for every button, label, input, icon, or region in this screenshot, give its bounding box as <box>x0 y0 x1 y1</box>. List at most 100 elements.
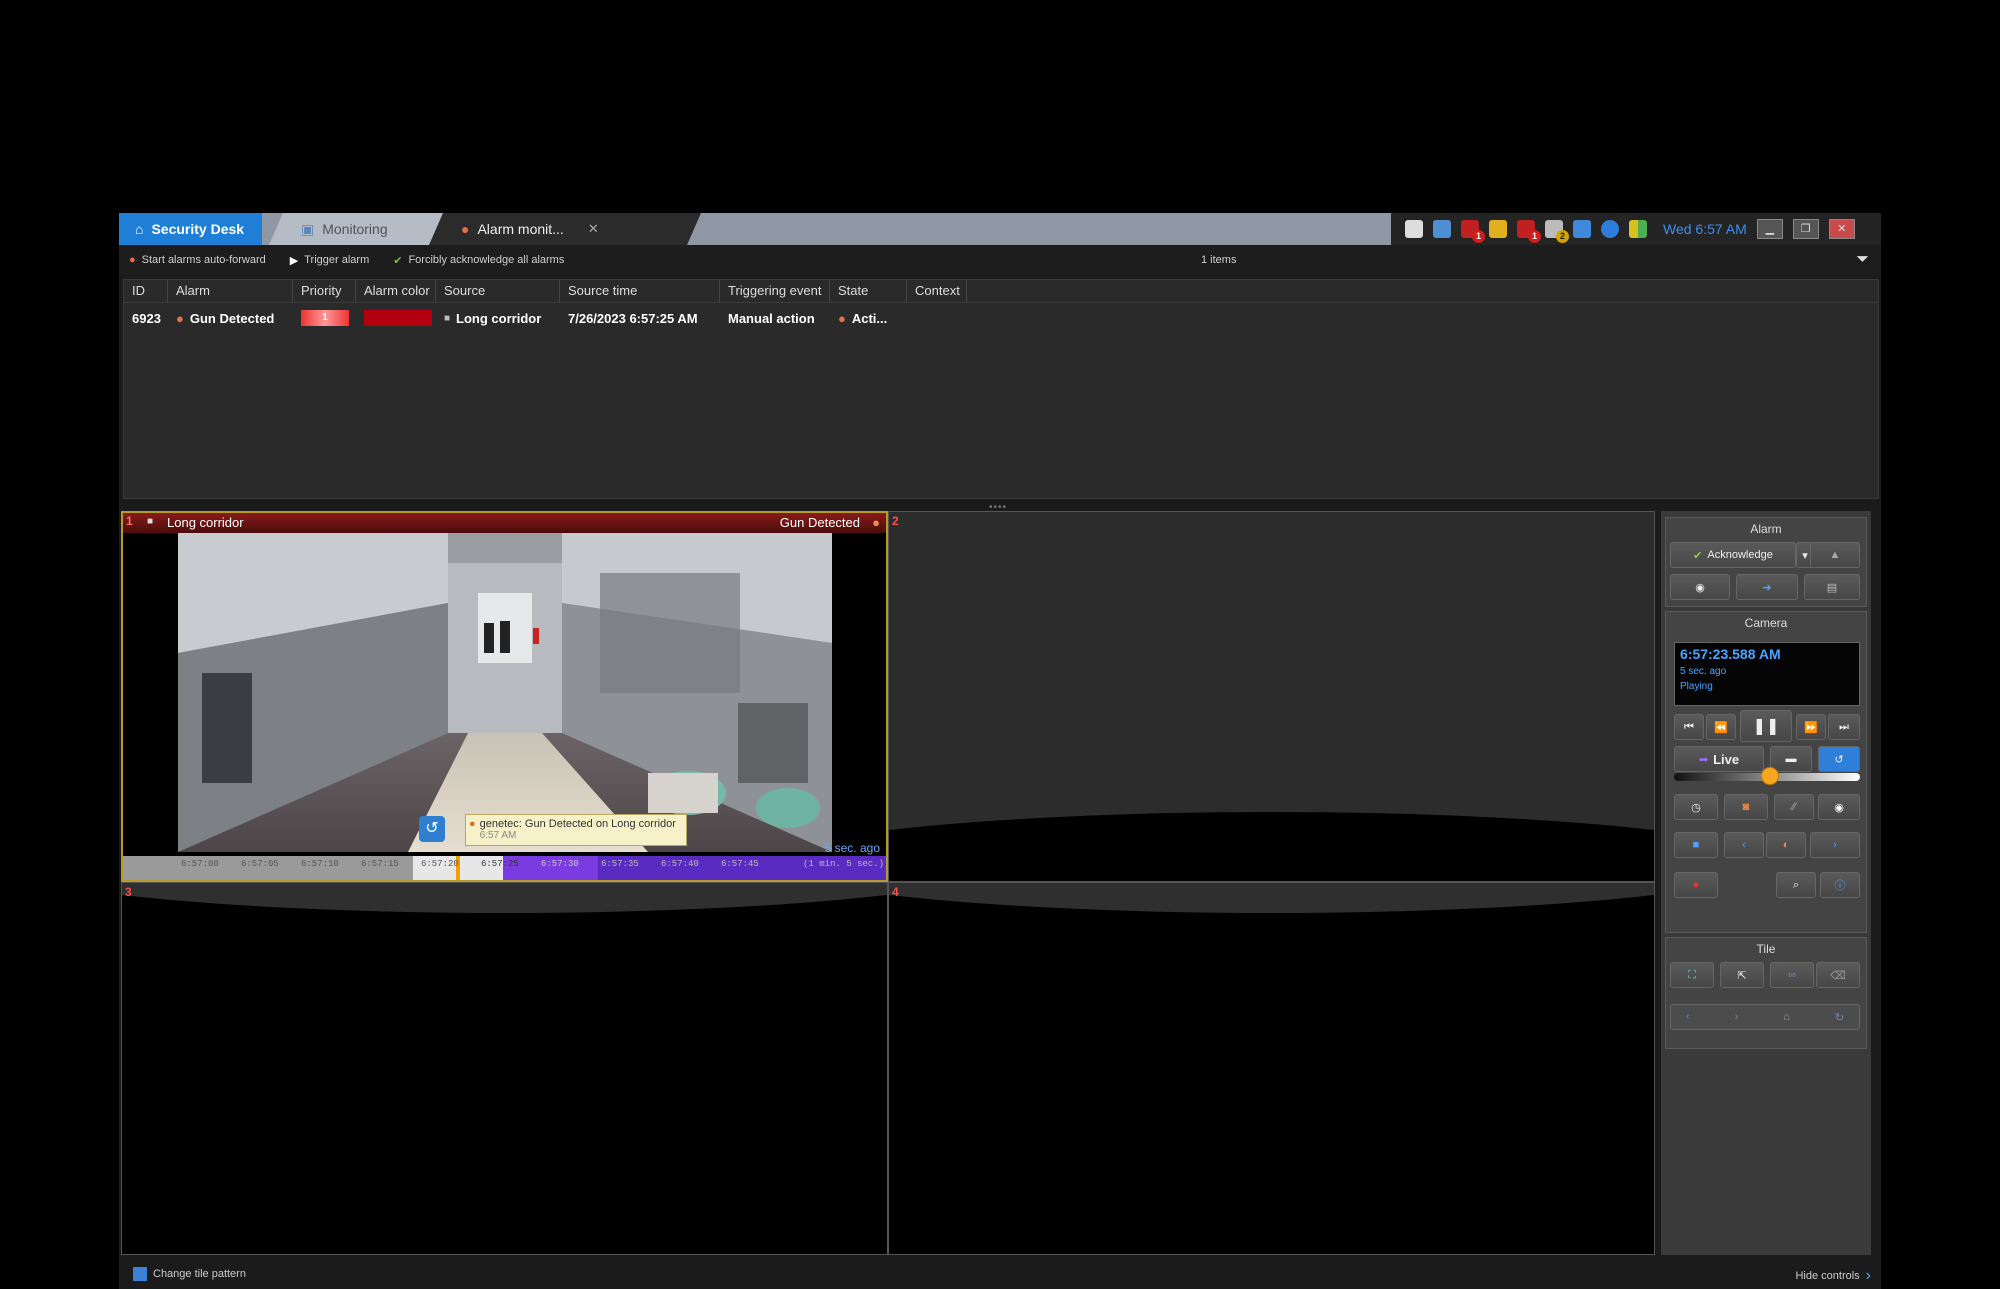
camera-video-feed[interactable] <box>178 533 832 852</box>
column-header-alarm[interactable]: Alarm <box>168 280 293 302</box>
pop-out-tile-button[interactable]: ⇱ <box>1720 962 1764 988</box>
chevron-right-icon[interactable]: › <box>1735 1011 1739 1023</box>
chevron-right-icon: › <box>1865 1267 1871 1284</box>
database-icon[interactable]: 2 <box>1545 220 1569 243</box>
cube-icon[interactable] <box>1405 220 1423 238</box>
digital-zoom-button[interactable]: ⁄⁄ <box>1774 794 1814 820</box>
home-icon[interactable]: ⌂ <box>1783 1011 1790 1023</box>
ptz-stop-button[interactable]: ■ <box>1674 832 1718 858</box>
home-icon: ⌂ <box>135 221 144 237</box>
close-tab-icon[interactable]: ✕ <box>588 221 599 237</box>
previous-camera-button[interactable]: ‹ <box>1724 832 1764 858</box>
trigger-alarm-button[interactable]: ▶ Trigger alarm <box>290 254 369 267</box>
tile-number: 2 <box>892 514 899 528</box>
tile-2[interactable]: 2 <box>888 511 1655 882</box>
column-header-priority[interactable]: Priority <box>293 280 356 302</box>
timeline-label: 6:57:25 <box>481 859 519 869</box>
unlink-tile-button[interactable]: ∞ <box>1770 962 1814 988</box>
monitor-icon[interactable] <box>1433 220 1451 238</box>
skip-forward-button[interactable]: ⏭ <box>1828 714 1860 740</box>
minimize-button[interactable]: ▁ <box>1756 219 1783 239</box>
clear-tile-button[interactable]: ⌫ <box>1816 962 1860 988</box>
alarm-report-button[interactable]: ▤ <box>1804 574 1860 600</box>
megaphone-icon[interactable] <box>1489 220 1507 238</box>
close-window-button[interactable]: ✕ <box>1828 219 1855 239</box>
security-desk-window: ⌂ Security Desk ▣ Monitoring ● Alarm mon… <box>119 213 1881 1289</box>
unlink-icon: ∞ <box>1788 969 1796 981</box>
camera-widget: Camera 6:57:23.588 AM 5 sec. ago Playing… <box>1665 611 1867 933</box>
hide-controls-button[interactable]: Hide controls › <box>1795 1267 1871 1285</box>
microphone-button[interactable]: ● <box>1674 872 1718 898</box>
camera-time-ago: 5 sec. ago <box>1680 666 1727 677</box>
tile-1[interactable]: 1 ■ Long corridor Gun Detected ● ● genet… <box>121 511 888 882</box>
filter-icon[interactable]: ⏷ <box>1856 251 1869 269</box>
snooze-button[interactable]: ▲ <box>1810 542 1860 568</box>
alarm-forward-icon: ● <box>129 254 136 266</box>
forward-alarm-button[interactable]: ➜ <box>1736 574 1798 600</box>
column-header-triggering-event[interactable]: Triggering event <box>720 280 830 302</box>
title-bar: ⌂ Security Desk ▣ Monitoring ● Alarm mon… <box>119 213 1881 245</box>
rewind-button[interactable]: ⏪ <box>1706 714 1736 740</box>
chevron-left-icon: ‹ <box>1742 839 1746 851</box>
skip-back-button[interactable]: ⏮ <box>1674 714 1704 740</box>
fast-forward-button[interactable]: ⏩ <box>1796 714 1826 740</box>
column-header-id[interactable]: ID <box>124 280 168 302</box>
volume-icon[interactable] <box>1573 220 1591 238</box>
cell-state: ● Acti... <box>830 311 907 326</box>
tile-3[interactable]: 3 <box>121 882 888 1255</box>
column-header-source[interactable]: Source <box>436 280 560 302</box>
health-event-icon[interactable]: 1 <box>1517 220 1541 243</box>
live-button[interactable]: ➡ Live <box>1674 746 1764 772</box>
bookmark-button[interactable]: ▬ <box>1770 746 1812 772</box>
timeline-label: 6:57:45 <box>721 859 759 869</box>
table-row[interactable]: 6923 ● Gun Detected 1 ■ Long corridor 7/… <box>124 303 1878 333</box>
cell-alarm-color <box>356 310 436 326</box>
tile-4[interactable]: 4 <box>888 882 1655 1255</box>
tab-security-desk[interactable]: ⌂ Security Desk <box>119 213 262 245</box>
refresh-icon[interactable]: ↻ <box>1835 1011 1844 1024</box>
column-header-state[interactable]: State <box>830 280 907 302</box>
alarm-tooltip: ● genetec: Gun Detected on Long corridor… <box>465 814 687 846</box>
tile-widget-title: Tile <box>1756 942 1776 956</box>
column-header-alarm-color[interactable]: Alarm color <box>356 280 436 302</box>
alarm-toolbar: ● Start alarms auto-forward ▶ Trigger al… <box>119 245 1881 275</box>
acknowledge-button[interactable]: ✔ Acknowledge <box>1670 542 1796 568</box>
tile-time-ago: 5 sec. ago <box>824 841 880 855</box>
cpu-usage-icon[interactable] <box>1629 220 1647 238</box>
maximize-button[interactable]: ❐ <box>1792 219 1819 239</box>
column-header-context[interactable]: Context <box>907 280 967 302</box>
tile-background-arc <box>889 812 1654 881</box>
maximize-tile-button[interactable]: ⛶ <box>1670 962 1714 988</box>
change-tile-pattern-button[interactable]: Change tile pattern <box>133 1267 246 1281</box>
column-header-source-time[interactable]: Source time <box>560 280 720 302</box>
camera-time: 6:57:23.588 AM <box>1680 646 1781 662</box>
playback-timeline[interactable]: 6:57:00 6:57:05 6:57:10 6:57:15 6:57:20 … <box>123 856 886 880</box>
tooltip-title: genetec: Gun Detected on Long corridor <box>479 818 676 830</box>
info-button[interactable]: ⓘ <box>1820 872 1860 898</box>
ptz-control-button[interactable]: ◐ <box>1766 832 1806 858</box>
investigate-button[interactable]: ◉ <box>1670 574 1730 600</box>
auto-forward-button[interactable]: ● Start alarms auto-forward <box>129 254 266 266</box>
next-camera-button[interactable]: › <box>1810 832 1860 858</box>
record-button[interactable]: ◉ <box>1818 794 1860 820</box>
tile-navigation-bar: ‹ › ⌂ ↻ <box>1670 1004 1860 1030</box>
chat-icon: ◉ <box>1695 581 1705 594</box>
loop-button[interactable]: ↺ <box>1818 746 1860 772</box>
tab-alarm-monitoring[interactable]: ● Alarm monit... ✕ <box>429 213 701 245</box>
snapshot-button[interactable]: ◙ <box>1724 794 1768 820</box>
chevron-left-icon[interactable]: ‹ <box>1686 1011 1690 1023</box>
timestamp-button[interactable]: ◷ <box>1674 794 1718 820</box>
timeline-label: 6:57:15 <box>361 859 399 869</box>
camera-playback-state: Playing <box>1680 681 1713 692</box>
acknowledge-all-button[interactable]: ✔ Forcibly acknowledge all alarms <box>393 254 564 267</box>
live-arrow-icon: ➡ <box>1698 753 1709 766</box>
globe-icon[interactable] <box>1601 220 1619 238</box>
info-icon: ⓘ <box>1834 880 1846 892</box>
pause-button[interactable]: ❚❚ <box>1740 710 1792 742</box>
playback-speed-knob[interactable] <box>1761 767 1779 785</box>
timeline-label: 6:57:35 <box>601 859 639 869</box>
controls-panel: Alarm ✔ Acknowledge ▾ ▲ ◉ ➜ ▤ Camera 6:5… <box>1661 511 1871 1255</box>
alarm-notification-icon[interactable]: 1 <box>1461 220 1485 243</box>
search-button[interactable]: ⌕ <box>1776 872 1816 898</box>
loop-playback-icon[interactable]: ↺ <box>419 816 445 842</box>
